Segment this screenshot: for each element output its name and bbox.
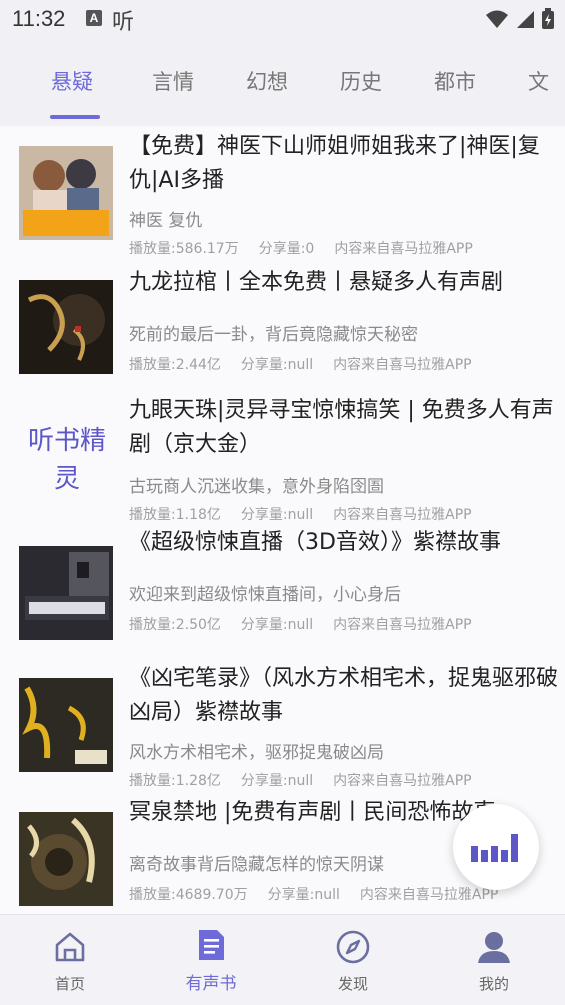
share-count: 分享量:null [240,773,314,789]
wifi-icon [486,10,508,28]
home-icon [55,932,85,962]
book-title: 【免费】神医下山师姐师姐我来了|神医|复仇|AI多播 [129,134,540,193]
share-count: 分享量:null [240,507,314,523]
book-description: 古玩商人沉迷收集，意外身陷囹圄 [129,477,384,497]
book-description: 离奇故事背后隐藏怎样的惊天阴谋 [129,855,384,875]
book-cover [19,812,113,906]
book-description: 风水方术相宅术，驱邪捉鬼破凶局 [129,743,384,763]
play-count: 播放量:586.17万 [129,241,239,257]
nav-profile-label: 我的 [478,975,509,993]
content-source: 内容来自喜马拉雅APP [334,241,473,257]
content-source: 内容来自喜马拉雅APP [333,773,472,789]
nav-audiobook[interactable]: 有声书 [161,915,261,1005]
book-stats: 播放量:586.17万 分享量:0 内容来自喜马拉雅APP [129,238,493,258]
list-item[interactable]: 【免费】神医下山师姐师姐我来了|神医|复仇|AI多播 神医 复仇 播放量:586… [0,126,565,265]
book-stats: 播放量:4689.70万 分享量:null 内容来自喜马拉雅APP [129,884,518,904]
book-cover [19,678,113,772]
nav-discover-label: 发现 [337,975,368,993]
book-title: 《超级惊悚直播（3D音效）》紫襟故事 [129,530,501,555]
content-source: 内容来自喜马拉雅APP [359,887,499,903]
notification-a-icon: A [86,10,102,26]
content-source: 内容来自喜马拉雅APP [333,507,472,523]
book-title: 九眼天珠|灵异寻宝惊悚搞笑 | 免费多人有声剧（京大金） [129,398,554,457]
book-cover-placeholder: 听书精灵 [19,412,113,506]
category-tabs: 悬疑 言情 幻想 历史 都市 文 [0,56,565,126]
play-count: 播放量:4689.70万 [129,887,248,903]
cover-text: 听书精灵 [27,426,106,494]
content-source: 内容来自喜马拉雅APP [333,617,472,633]
play-count: 播放量:1.18亿 [129,507,221,523]
tab-urban[interactable]: 都市 [434,66,476,96]
list-item[interactable]: 听书精灵 九眼天珠|灵异寻宝惊悚搞笑 | 免费多人有声剧（京大金） 古玩商人沉迷… [0,390,565,525]
nav-audiobook-label: 有声书 [185,974,237,994]
tab-romance[interactable]: 言情 [152,66,194,96]
nav-home-label: 首页 [54,975,85,993]
book-description: 欢迎来到超级惊悚直播间，小心身后 [129,585,401,605]
play-count: 播放量:2.50亿 [129,617,221,633]
list-item[interactable]: 《超级惊悚直播（3D音效）》紫襟故事 欢迎来到超级惊悚直播间，小心身后 播放量:… [0,524,565,659]
compass-icon [336,930,370,964]
notification-app-icon: 听 [112,10,135,35]
status-time: 11:32 [12,6,66,31]
list-item[interactable]: 《凶宅笔录》（风水方术相宅术，捉鬼驱邪破凶局）紫襟故事 风水方术相宅术，驱邪捉鬼… [0,658,565,795]
share-count: 分享量:null [240,357,314,373]
battery-icon [542,8,554,29]
book-cover [19,280,113,374]
book-stats: 播放量:2.50亿 分享量:null 内容来自喜马拉雅APP [129,614,492,634]
tab-literature[interactable]: 文 [528,66,549,96]
nav-discover[interactable]: 发现 [303,915,403,1005]
book-title: 《凶宅笔录》（风水方术相宅术，捉鬼驱邪破凶局）紫襟故事 [129,666,559,725]
tab-history[interactable]: 历史 [340,66,382,96]
list-item[interactable]: 九龙拉棺丨全本免费丨悬疑多人有声剧 死前的最后一卦，背后竟隐藏惊天秘密 播放量:… [0,264,565,391]
audio-bars-icon [471,834,518,862]
book-list: 【免费】神医下山师姐师姐我来了|神医|复仇|AI多播 神医 复仇 播放量:586… [0,126,565,914]
status-bar: 11:32 A 听 [0,0,565,40]
nav-home[interactable]: 首页 [20,915,120,1005]
book-description: 神医 复仇 [129,211,203,231]
bottom-navigation: 首页 有声书 发现 我的 [0,914,565,1005]
now-playing-button[interactable] [453,804,539,890]
book-stats: 播放量:1.28亿 分享量:null 内容来自喜马拉雅APP [129,770,492,790]
play-count: 播放量:2.44亿 [129,357,221,373]
signal-icon [517,11,534,28]
tab-fantasy[interactable]: 幻想 [246,66,288,96]
book-description: 死前的最后一卦，背后竟隐藏惊天秘密 [129,325,418,345]
book-title: 九龙拉棺丨全本免费丨悬疑多人有声剧 [129,270,504,295]
tab-suspense[interactable]: 悬疑 [51,66,93,96]
share-count: 分享量:0 [258,241,315,257]
profile-icon [478,932,510,963]
content-source: 内容来自喜马拉雅APP [333,357,472,373]
share-count: 分享量:null [267,887,340,903]
book-stats: 播放量:2.44亿 分享量:null 内容来自喜马拉雅APP [129,354,492,374]
play-count: 播放量:1.28亿 [129,773,221,789]
tab-indicator [50,115,100,119]
book-stats: 播放量:1.18亿 分享量:null 内容来自喜马拉雅APP [129,504,492,524]
audiobook-icon [199,930,224,960]
book-cover [19,146,113,240]
share-count: 分享量:null [240,617,314,633]
book-cover [19,546,113,640]
nav-profile[interactable]: 我的 [444,915,544,1005]
